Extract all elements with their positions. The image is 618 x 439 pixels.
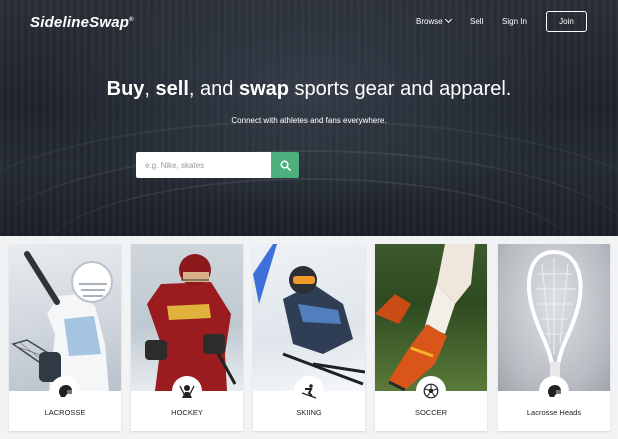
category-card-soccer[interactable]: SOCCER — [375, 244, 487, 431]
lacrosse-helmet-icon — [50, 376, 80, 406]
category-card-skiing[interactable]: SKIING — [253, 244, 365, 431]
category-label: Lacrosse Heads — [526, 408, 582, 417]
hero-subline: Connect with athletes and fans everywher… — [231, 116, 387, 125]
skiing-photo — [253, 244, 365, 391]
logo[interactable]: SidelineSwap® — [30, 14, 134, 31]
nav-browse-link[interactable]: Browse — [416, 15, 452, 26]
search-button[interactable] — [271, 152, 299, 178]
lacrosse-photo — [9, 244, 121, 391]
skier-icon — [294, 376, 324, 406]
category-card-lacrosse-heads[interactable]: Lacrosse Heads — [498, 244, 610, 431]
category-label: SKIING — [296, 408, 322, 417]
hockey-icon — [172, 376, 202, 406]
lacrosse-helmet-icon — [539, 376, 569, 406]
soccer-ball-icon — [416, 376, 446, 406]
category-card-hockey[interactable]: HOCKEY — [131, 244, 243, 431]
hero-banner: SidelineSwap® Browse Sell Sign In Join B… — [0, 0, 618, 236]
nav-sell-link[interactable]: Sell — [470, 17, 483, 26]
lacrosse-heads-photo — [498, 244, 610, 391]
category-card-lacrosse[interactable]: LACROSSE — [9, 244, 121, 431]
hockey-photo — [131, 244, 243, 391]
category-label: HOCKEY — [171, 408, 203, 417]
search-input[interactable] — [136, 152, 271, 178]
hero-headline: Buy, sell, and swap sports gear and appa… — [106, 78, 512, 100]
join-button[interactable]: Join — [546, 11, 587, 32]
category-label: SOCCER — [414, 408, 448, 417]
chevron-down-icon — [444, 15, 452, 24]
soccer-photo — [375, 244, 487, 391]
nav-sign-in-link[interactable]: Sign In — [502, 17, 527, 26]
category-label: LACROSSE — [44, 408, 86, 417]
search-icon — [280, 160, 291, 171]
